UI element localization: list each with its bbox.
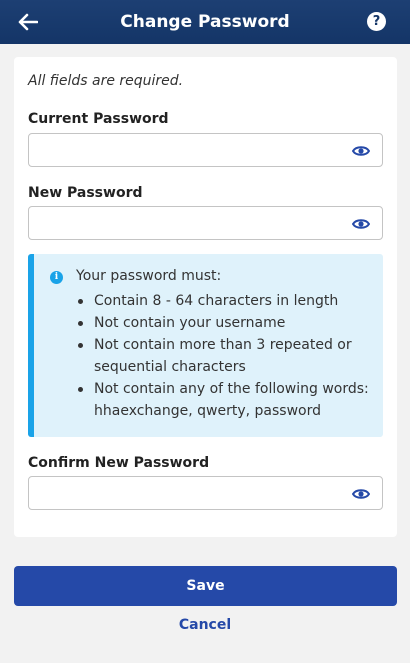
- eye-icon: [352, 146, 370, 156]
- confirm-password-label: Confirm New Password: [28, 455, 210, 471]
- eye-icon: [352, 219, 370, 229]
- eye-icon: [352, 489, 370, 499]
- password-form-card: All fields are required. Current Passwor…: [14, 57, 397, 537]
- confirm-password-input[interactable]: [29, 477, 382, 509]
- back-button[interactable]: [14, 8, 42, 36]
- help-button[interactable]: ?: [367, 12, 386, 31]
- requirement-item: Contain 8 - 64 characters in length: [76, 290, 376, 312]
- requirement-item: Not contain your username: [76, 312, 376, 334]
- arrow-left-icon: [18, 13, 38, 31]
- new-password-input[interactable]: [29, 207, 382, 239]
- confirm-password-field: [28, 476, 383, 510]
- requirements-list: Contain 8 - 64 characters in length Not …: [76, 290, 376, 422]
- toggle-current-password-visibility[interactable]: [352, 142, 370, 160]
- current-password-field: [28, 133, 383, 167]
- new-password-label: New Password: [28, 185, 143, 201]
- current-password-label: Current Password: [28, 111, 169, 127]
- toggle-new-password-visibility[interactable]: [352, 215, 370, 233]
- toggle-confirm-password-visibility[interactable]: [352, 485, 370, 503]
- requirement-item: Not contain any of the following words: …: [76, 378, 376, 422]
- cancel-button[interactable]: Cancel: [0, 617, 410, 633]
- requirements-intro: Your password must:: [76, 268, 222, 284]
- page-title: Change Password: [120, 12, 290, 32]
- new-password-field: [28, 206, 383, 240]
- requirement-item: Not contain more than 3 repeated or sequ…: [76, 334, 376, 378]
- required-note: All fields are required.: [28, 73, 184, 89]
- current-password-input[interactable]: [29, 134, 382, 166]
- info-icon: i: [50, 271, 63, 284]
- app-header: Change Password ?: [0, 0, 410, 44]
- save-button[interactable]: Save: [14, 566, 397, 606]
- password-requirements-box: i Your password must: Contain 8 - 64 cha…: [28, 254, 383, 437]
